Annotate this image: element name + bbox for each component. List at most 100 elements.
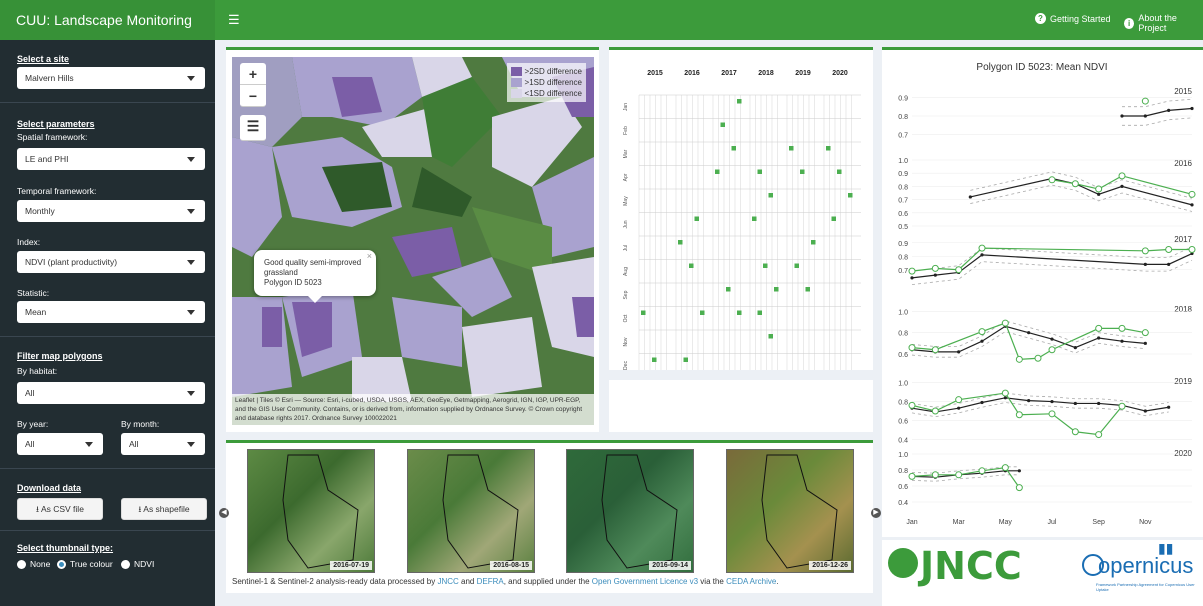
popup-line: Polygon ID 5023 <box>264 278 322 287</box>
spatial-select[interactable]: LE and PHI <box>17 148 205 170</box>
radio-icon <box>17 559 26 569</box>
polygon-point <box>1015 411 1023 419</box>
radio-true-colour-label: True colour <box>70 559 113 569</box>
year-value: All <box>25 439 35 449</box>
panel-year-label: 2019 <box>1174 377 1192 386</box>
chevron-down-icon <box>85 442 93 447</box>
shapefile-download-button[interactable]: ⭳ As shapefile <box>121 498 207 520</box>
legend-swatch <box>510 78 522 87</box>
thumbnail-image[interactable]: 2016-08-15 <box>407 449 535 573</box>
ogl-link[interactable]: Open Government Licence v3 <box>592 577 698 586</box>
mean-point <box>980 253 984 257</box>
chevron-down-icon <box>187 442 195 447</box>
index-select[interactable]: NDVI (plant productivity) <box>17 251 205 273</box>
map-view[interactable]: + − ☰ >2SD difference >1SD difference <1… <box>232 57 594 425</box>
top-navbar: CUU: Landscape Monitoring ☰ ? Getting Sta… <box>0 0 1203 40</box>
csv-download-button[interactable]: ⭳ As CSV file <box>17 498 103 520</box>
mean-point <box>1003 396 1007 400</box>
habitat-select[interactable]: All <box>17 382 205 404</box>
zoom-in-button[interactable]: + <box>240 63 266 85</box>
y-tick-label: 0.8 <box>898 331 908 338</box>
polygon-series-line <box>911 247 1192 272</box>
y-tick-label: 0.4 <box>898 500 908 507</box>
statistic-select[interactable]: Mean <box>17 301 205 323</box>
mean-point <box>1097 401 1101 406</box>
spatial-value: LE and PHI <box>25 154 69 164</box>
calendar-mark <box>800 169 805 174</box>
temporal-value: Monthly <box>25 206 55 216</box>
y-tick-label: 0.8 <box>898 184 908 191</box>
mean-point <box>1017 469 1021 473</box>
download-header: Download data <box>17 483 82 493</box>
thumbnail-date: 2016-09-14 <box>649 561 691 570</box>
calendar-mark <box>763 263 768 268</box>
getting-started-link[interactable]: ? Getting Started <box>1035 13 1111 24</box>
thumbnail-image[interactable]: 2016-09-14 <box>566 449 694 573</box>
thumbnail-image[interactable]: 2016-12-26 <box>726 449 854 573</box>
ndvi-chart: Polygon ID 5023: Mean NDVI 2015 0.9 0.8 0.7 2… <box>898 62 1196 526</box>
ceda-link[interactable]: CEDA Archive <box>726 577 776 586</box>
copernicus-logo: opernicus <box>1098 553 1194 578</box>
jncc-link[interactable]: JNCC <box>437 577 458 586</box>
legend-swatch <box>510 89 522 98</box>
polygon-point <box>1001 319 1009 327</box>
calendar-month-label: Feb <box>623 126 629 135</box>
polygon-point <box>955 266 963 274</box>
close-icon[interactable]: × <box>367 251 372 261</box>
calendar-mark <box>683 357 688 362</box>
logo-area: JNCC opernicus ▮▮ Framework Partnership … <box>882 540 1203 606</box>
prev-arrow-icon[interactable]: ◀ <box>219 508 229 518</box>
radio-ndvi[interactable]: NDVI <box>121 559 154 569</box>
thumbnail-outline <box>442 454 519 569</box>
empty-box <box>609 380 873 432</box>
mean-point <box>1050 399 1054 404</box>
caption-text: via the <box>698 577 727 586</box>
year-select[interactable]: All <box>17 433 103 455</box>
about-link[interactable]: i About the Project <box>1124 13 1203 33</box>
mean-series-line <box>970 177 1193 206</box>
y-tick-label: 0.9 <box>898 241 908 248</box>
thumbnail-image[interactable]: 2016-07-19 <box>247 449 375 573</box>
calendar-mark <box>831 216 836 221</box>
legend-label: <1SD difference <box>524 89 582 98</box>
mean-point <box>1097 192 1101 196</box>
temporal-select[interactable]: Monthly <box>17 200 205 222</box>
layers-icon[interactable]: ☰ <box>240 115 266 141</box>
mean-point <box>1120 114 1124 118</box>
mean-point <box>1073 346 1077 350</box>
map-polygons[interactable] <box>232 57 594 425</box>
calendar-mark <box>652 357 657 362</box>
legend-swatch <box>510 67 522 76</box>
zoom-out-button[interactable]: − <box>240 85 266 107</box>
getting-started-label: Getting Started <box>1050 13 1111 24</box>
defra-link[interactable]: DEFRA <box>477 577 504 586</box>
calendar-mark <box>774 287 779 292</box>
polygon-point <box>1141 97 1149 105</box>
habitat-value: All <box>25 388 35 398</box>
calendar-month-label: May <box>623 196 629 206</box>
next-arrow-icon[interactable]: ▶ <box>871 508 881 518</box>
polygon-point <box>931 264 939 272</box>
sidebar-toggle-icon[interactable]: ☰ <box>228 12 240 28</box>
calendar-year-label: 2015 <box>647 70 663 77</box>
mean-point <box>1190 203 1194 207</box>
mean-point <box>980 339 984 343</box>
calendar-mark <box>794 263 799 268</box>
map-legend: >2SD difference >1SD difference <1SD dif… <box>506 63 586 102</box>
mean-point <box>1120 184 1124 188</box>
download-icon: ⭳ <box>138 504 142 514</box>
calendar-mark <box>811 240 816 245</box>
site-value: Malvern Hills <box>25 73 74 83</box>
month-select[interactable]: All <box>121 433 205 455</box>
polygon-point <box>931 407 939 415</box>
mean-point <box>957 406 961 410</box>
panel-year-label: 2015 <box>1174 87 1192 96</box>
site-select[interactable]: Malvern Hills <box>17 67 205 89</box>
calendar-month-label: Jan <box>623 103 629 111</box>
chevron-down-icon <box>187 310 195 315</box>
upper-envelope-line <box>911 392 1169 408</box>
radio-none[interactable]: None <box>17 559 50 569</box>
calendar-mark <box>848 193 853 198</box>
radio-true-colour[interactable]: True colour <box>57 559 113 569</box>
polygon-point <box>1071 428 1079 436</box>
